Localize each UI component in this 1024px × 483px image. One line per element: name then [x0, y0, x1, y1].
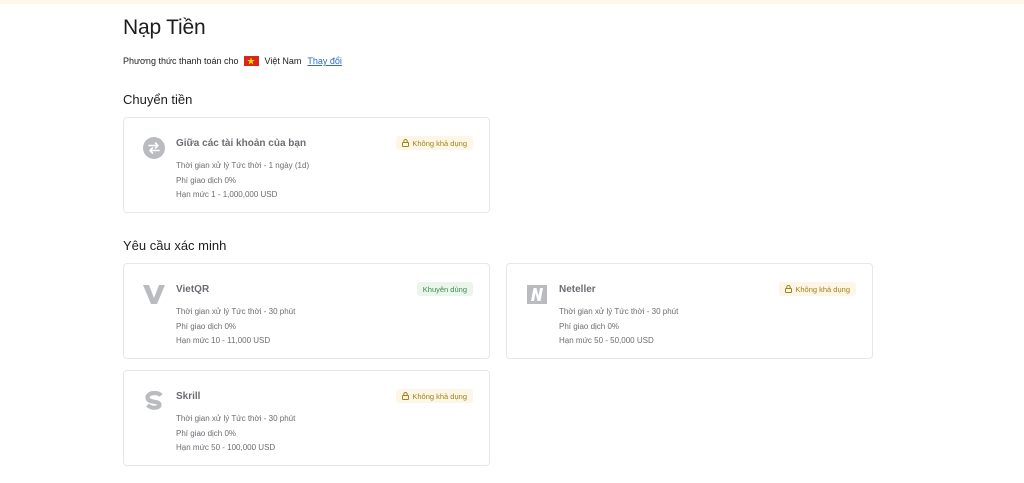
payment-method-details: Thời gian xử lý Tức thời - 30 phút Phí g…	[559, 305, 678, 349]
payment-method-name: Giữa các tài khoản của bạn	[176, 138, 307, 149]
lock-icon	[785, 285, 793, 293]
limit-range: Hạn mức 1 - 1,000,000 USD	[176, 190, 278, 200]
country-selector-line: Phương thức thanh toán cho Việt Nam Thay…	[123, 56, 342, 66]
status-badge-label: Không khả dụng	[412, 138, 467, 148]
processing-time: Thời gian xử lý Tức thời - 30 phút	[559, 307, 679, 316]
limit-range: Hạn mức 50 - 100,000 USD	[176, 443, 276, 453]
payment-method-details: Thời gian xử lý Tức thời - 30 phút Phí g…	[176, 305, 295, 349]
lock-icon	[402, 392, 410, 400]
status-badge-label: Khuyên dùng	[422, 284, 467, 294]
status-badge: Khuyên dùng	[416, 282, 473, 296]
transaction-fee: Phí giao dịch 0%	[176, 428, 237, 438]
section-title-verification: Yêu cầu xác minh	[123, 238, 227, 253]
page-title: Nạp Tiền	[123, 16, 206, 39]
limit-range: Hạn mức 50 - 50,000 USD	[559, 336, 654, 346]
processing-time: Thời gian xử lý Tức thời - 30 phút	[176, 307, 296, 316]
transaction-fee: Phí giao dịch 0%	[176, 175, 237, 185]
vietqr-logo-icon	[142, 282, 166, 306]
transaction-fee: Phí giao dịch 0%	[176, 321, 237, 331]
lock-icon	[402, 139, 410, 147]
processing-time: Thời gian xử lý Tức thời - 1 ngày (1d)	[176, 161, 310, 170]
payment-card-internal-transfer[interactable]: Giữa các tài khoản của bạn Không khả dụn…	[123, 117, 490, 213]
payment-method-details: Thời gian xử lý Tức thời - 1 ngày (1d) P…	[176, 159, 309, 203]
country-name: Việt Nam	[264, 56, 302, 66]
payment-method-details: Thời gian xử lý Tức thời - 30 phút Phí g…	[176, 412, 295, 456]
status-badge: Không khả dụng	[779, 282, 856, 296]
payment-card-skrill[interactable]: Skrill Không khả dụng Thời gian xử lý Tứ…	[123, 370, 490, 466]
processing-time: Thời gian xử lý Tức thời - 30 phút	[176, 414, 296, 423]
top-banner-strip	[0, 0, 1024, 4]
status-badge: Không khả dụng	[396, 136, 473, 150]
transfer-arrows-icon	[142, 136, 166, 160]
status-badge-label: Không khả dụng	[795, 284, 850, 294]
change-country-link[interactable]: Thay đổi	[307, 56, 342, 66]
payment-methods-label: Phương thức thanh toán cho	[123, 56, 239, 66]
payment-method-name: Skrill	[176, 391, 201, 402]
neteller-logo-icon	[525, 282, 549, 306]
status-badge-label: Không khả dụng	[412, 391, 467, 401]
skrill-logo-icon	[142, 389, 166, 413]
section-title-transfer: Chuyển tiền	[123, 92, 193, 107]
payment-card-vietqr[interactable]: VietQR Khuyên dùng Thời gian xử lý Tức t…	[123, 263, 490, 359]
limit-range: Hạn mức 10 - 11,000 USD	[176, 336, 271, 346]
status-badge: Không khả dụng	[396, 389, 473, 403]
payment-card-neteller[interactable]: Neteller Không khả dụng Thời gian xử lý …	[506, 263, 873, 359]
payment-method-name: VietQR	[176, 284, 210, 295]
vietnam-flag-icon	[243, 56, 259, 66]
payment-method-name: Neteller	[559, 284, 596, 295]
transaction-fee: Phí giao dịch 0%	[559, 321, 620, 331]
